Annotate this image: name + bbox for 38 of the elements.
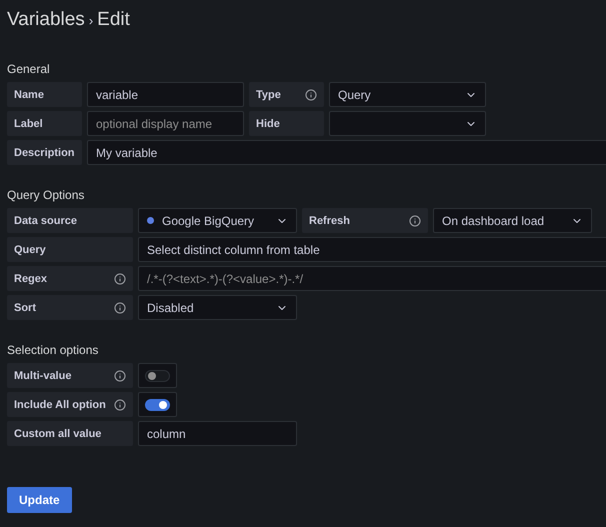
field-label: Type: [249, 82, 324, 107]
input-field[interactable]: /.*-(?<text>.*)-(?<value>.*)-.*/: [138, 266, 606, 291]
field-label: Query: [7, 237, 133, 262]
select-dropdown[interactable]: On dashboard load: [433, 208, 592, 233]
field-label: Sort: [7, 295, 133, 320]
input-field[interactable]: optional display name: [87, 111, 244, 136]
input-field[interactable]: My variable: [87, 140, 606, 165]
info-icon[interactable]: [409, 214, 421, 226]
toggle-switch[interactable]: [145, 398, 170, 410]
field-label: Refresh: [302, 208, 428, 233]
field-label: Data source: [7, 208, 133, 233]
field-label: Hide: [249, 111, 324, 136]
select-dropdown[interactable]: Disabled: [138, 295, 297, 320]
info-icon[interactable]: [114, 370, 126, 382]
info-icon[interactable]: [114, 398, 126, 410]
field-label: Name: [7, 82, 82, 107]
section-heading: Selection options: [7, 343, 100, 357]
update-button[interactable]: Update: [7, 487, 72, 513]
field-label: Regex: [7, 266, 133, 291]
select-dropdown[interactable]: Query: [329, 82, 486, 107]
info-icon[interactable]: [305, 88, 317, 100]
page-title: Edit: [97, 9, 130, 31]
input-field[interactable]: variable: [87, 82, 244, 107]
info-icon[interactable]: [114, 272, 126, 284]
toggle-switch[interactable]: [145, 370, 170, 382]
info-icon[interactable]: [114, 302, 126, 314]
field-label: Include All option: [7, 392, 133, 417]
section-heading: General: [7, 62, 51, 76]
field-label: Multi-value: [7, 363, 133, 388]
breadcrumb-link[interactable]: Variables: [7, 9, 85, 31]
input-field[interactable]: Select distinct column from table: [138, 237, 606, 262]
input-field[interactable]: column: [138, 421, 297, 446]
breadcrumb-separator: ›: [88, 12, 94, 28]
field-label: Label: [7, 111, 82, 136]
field-label: Custom all value: [7, 421, 133, 446]
select-dropdown[interactable]: Google BigQuery: [138, 208, 297, 233]
section-heading: Query Options: [7, 188, 86, 202]
field-label: Description: [7, 140, 82, 165]
